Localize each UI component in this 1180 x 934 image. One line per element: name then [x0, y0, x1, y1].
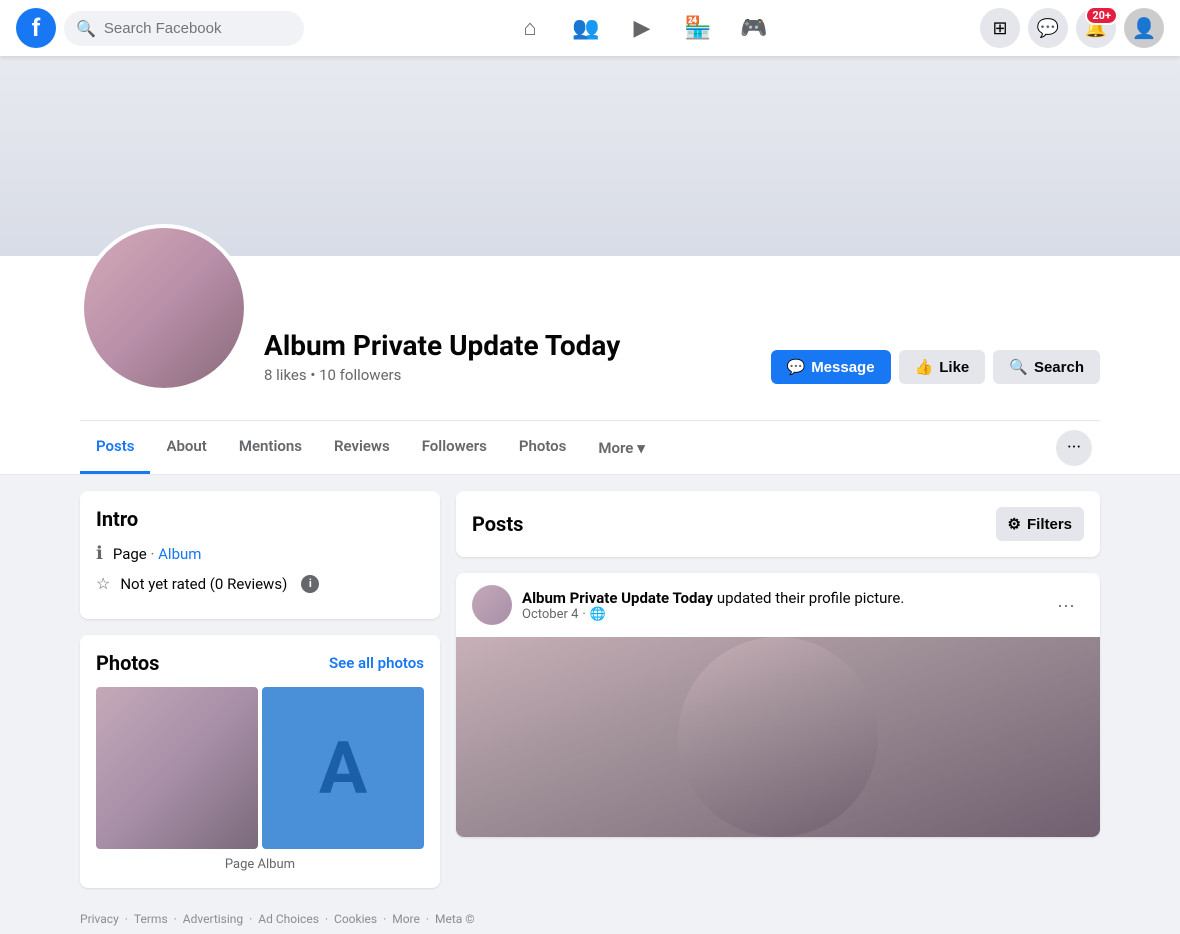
intro-page-row: ℹ Page · Album [96, 543, 424, 564]
posts-header: Posts ⚙ Filters [472, 507, 1084, 541]
tab-mentions[interactable]: Mentions [223, 421, 318, 474]
main-content: Intro ℹ Page · Album ☆ Not yet rated (0 … [0, 475, 1180, 904]
right-column: Posts ⚙ Filters Album Private Update Tod… [456, 491, 1100, 888]
star-icon: ☆ [96, 574, 110, 593]
left-column: Intro ℹ Page · Album ☆ Not yet rated (0 … [80, 491, 440, 888]
photos-header: Photos See all photos [96, 651, 424, 675]
search-page-button[interactable]: 🔍 Search [993, 350, 1100, 384]
post-header: Album Private Update Today updated their… [456, 573, 1100, 637]
page-title: Album Private Update Today [264, 329, 755, 362]
intro-rating-row: ☆ Not yet rated (0 Reviews) i [96, 574, 424, 593]
page-wrapper: Album Private Update Today 8 likes • 10 … [0, 56, 1180, 934]
intro-rating-text: Not yet rated (0 Reviews) [120, 575, 287, 593]
apps-button[interactable]: ⊞ [980, 8, 1020, 48]
message-button[interactable]: 💬 Message [771, 350, 891, 384]
footer-advertising[interactable]: Advertising [183, 912, 243, 926]
intro-card: Intro ℹ Page · Album ☆ Not yet rated (0 … [80, 491, 440, 619]
profile-header: Album Private Update Today 8 likes • 10 … [0, 256, 1180, 475]
profile-tabs: Posts About Mentions Reviews Followers P… [80, 420, 1100, 474]
chevron-down-icon: ▾ [637, 439, 645, 457]
post-profile-image [678, 637, 878, 837]
posts-title: Posts [472, 512, 523, 536]
search-page-icon: 🔍 [1009, 358, 1028, 376]
notification-badge: 20+ [1085, 6, 1118, 25]
user-avatar[interactable]: 👤 [1124, 8, 1164, 48]
profile-text: Album Private Update Today 8 likes • 10 … [264, 329, 755, 392]
search-input[interactable] [104, 20, 292, 37]
page-album-label: Page Album [96, 857, 424, 872]
footer-terms[interactable]: Terms [134, 912, 168, 926]
watch-nav-button[interactable]: ▶ [618, 4, 666, 52]
marketplace-nav-button[interactable]: 🏪 [674, 4, 722, 52]
footer-ad-choices[interactable]: Ad Choices [258, 912, 319, 926]
photo-thumbnail-2[interactable]: A [262, 687, 424, 849]
gaming-nav-button[interactable]: 🎮 [730, 4, 778, 52]
tab-about[interactable]: About [150, 421, 222, 474]
post-image [456, 637, 1100, 837]
profile-avatar[interactable] [80, 224, 248, 392]
photos-title: Photos [96, 651, 159, 675]
post-author-name: Album Private Update Today updated their… [522, 588, 904, 607]
intro-page-text: Page · Album [113, 545, 202, 563]
facebook-logo[interactable]: f [16, 8, 56, 48]
rating-info-icon[interactable]: i [301, 575, 319, 593]
tab-photos[interactable]: Photos [503, 421, 583, 474]
info-circle-icon: ℹ [96, 543, 103, 564]
post-author-avatar[interactable] [472, 585, 512, 625]
post-more-options-button[interactable]: ··· [1048, 587, 1084, 623]
tab-posts[interactable]: Posts [80, 421, 150, 474]
top-navigation: f 🔍 ⌂ 👥 ▶ 🏪 🎮 ⊞ 💬 🔔 20+ 👤 [0, 0, 1180, 56]
home-nav-button[interactable]: ⌂ [506, 4, 554, 52]
nav-right-icons: ⊞ 💬 🔔 20+ 👤 [980, 8, 1164, 48]
footer-meta: Meta © [435, 912, 475, 926]
nav-icons-center: ⌂ 👥 ▶ 🏪 🎮 [312, 4, 972, 52]
notifications-button[interactable]: 🔔 20+ [1076, 8, 1116, 48]
posts-header-card: Posts ⚙ Filters [456, 491, 1100, 557]
profile-info-row: Album Private Update Today 8 likes • 10 … [80, 224, 1100, 404]
album-letter-display: A [262, 687, 424, 849]
post-item: Album Private Update Today updated their… [456, 573, 1100, 837]
photo-image-1 [96, 687, 258, 849]
footer-cookies[interactable]: Cookies [334, 912, 377, 926]
thumbs-up-icon: 👍 [915, 358, 934, 376]
photo-thumbnail-1[interactable] [96, 687, 258, 849]
friends-nav-button[interactable]: 👥 [562, 4, 610, 52]
footer: Privacy · Terms · Advertising · Ad Choic… [0, 904, 1180, 934]
messenger-icon: 💬 [787, 358, 806, 376]
tab-more[interactable]: More ▾ [582, 423, 660, 473]
filters-icon: ⚙ [1008, 515, 1021, 533]
photos-card: Photos See all photos A Page Album [80, 635, 440, 888]
profile-avatar-image [84, 228, 244, 388]
profile-actions: 💬 Message 👍 Like 🔍 Search [771, 350, 1101, 392]
profile-meta: 8 likes • 10 followers [264, 366, 755, 384]
tabs-ellipsis-button[interactable]: ··· [1056, 430, 1092, 466]
messenger-button[interactable]: 💬 [1028, 8, 1068, 48]
footer-privacy[interactable]: Privacy [80, 912, 119, 926]
post-meta: October 4 · 🌐 [522, 607, 904, 622]
see-all-photos-link[interactable]: See all photos [329, 654, 424, 672]
filters-button[interactable]: ⚙ Filters [996, 507, 1084, 541]
post-author-info: Album Private Update Today updated their… [522, 588, 904, 622]
intro-title: Intro [96, 507, 424, 531]
footer-more[interactable]: More [392, 912, 420, 926]
tab-followers[interactable]: Followers [406, 421, 503, 474]
search-icon: 🔍 [76, 19, 96, 38]
search-bar[interactable]: 🔍 [64, 11, 304, 46]
like-button[interactable]: 👍 Like [899, 350, 986, 384]
photos-grid: A [96, 687, 424, 849]
tab-reviews[interactable]: Reviews [318, 421, 406, 474]
